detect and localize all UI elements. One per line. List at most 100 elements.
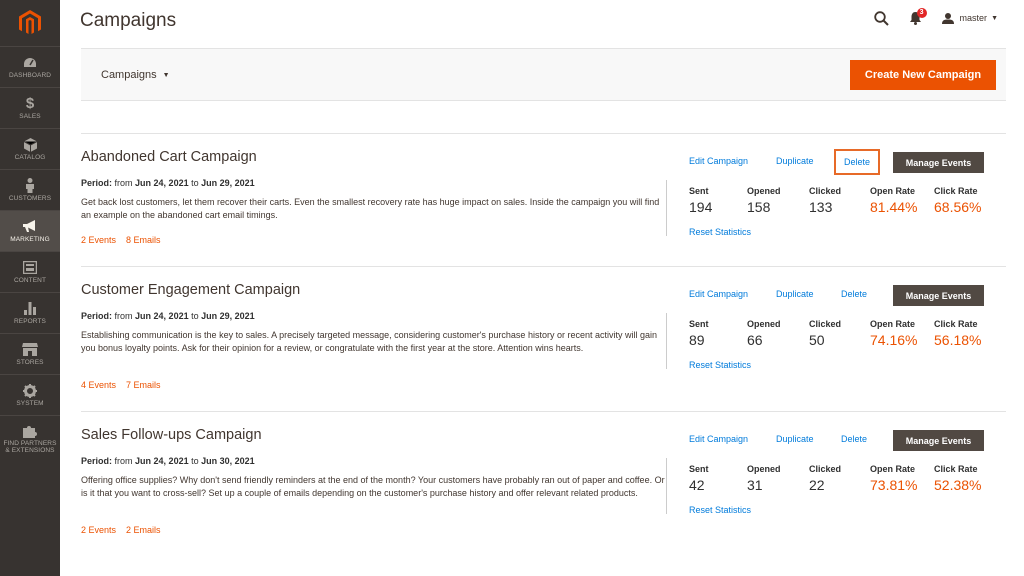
chevron-down-icon: ▼ (991, 14, 998, 22)
campaign-counts: 4 Events 7 Emails (81, 380, 161, 390)
manage-events-button[interactable]: Manage Events (893, 285, 984, 306)
manage-events-button[interactable]: Manage Events (893, 152, 984, 173)
switcher-label: Campaigns (101, 69, 157, 81)
sidebar-item-content[interactable]: CONTENT (0, 251, 60, 292)
stat-label-clicked: Clicked (809, 319, 842, 329)
campaign-title: Customer Engagement Campaign (81, 282, 301, 298)
sidebar-item-label: STORES (16, 358, 44, 366)
megaphone-icon (23, 220, 35, 233)
campaign-counts: 2 Events 2 Emails (81, 525, 161, 535)
magento-logo[interactable] (0, 0, 60, 46)
reset-statistics-link[interactable]: Reset Statistics (689, 505, 751, 515)
header-actions: 3 master ▼ (873, 8, 998, 28)
person-icon (26, 178, 34, 194)
campaign-description: Offering office supplies? Why don't send… (81, 475, 665, 498)
stat-value-clicked: 133 (809, 199, 833, 215)
campaign-row: Sales Follow-ups Campaign Period: from J… (81, 411, 1006, 556)
sidebar-item-dashboard[interactable]: DASHBOARD (0, 46, 60, 87)
stat-label-click-rate: Click Rate (934, 186, 978, 196)
stat-value-click-rate: 68.56% (934, 199, 982, 215)
sidebar-item-customers[interactable]: CUSTOMERS (0, 169, 60, 210)
events-link[interactable]: 2 Events (81, 235, 116, 245)
campaign-period: Period: from Jun 24, 2021 to Jun 29, 202… (81, 178, 255, 188)
sidebar-item-sales[interactable]: $ SALES (0, 87, 60, 128)
stat-value-open-rate: 81.44% (870, 199, 918, 215)
search-button[interactable] (873, 10, 889, 26)
delete-link[interactable]: Delete (841, 434, 867, 444)
stat-label-open-rate: Open Rate (870, 186, 916, 196)
magento-logo-icon (19, 10, 41, 34)
duplicate-link[interactable]: Duplicate (776, 434, 814, 444)
edit-campaign-link[interactable]: Edit Campaign (689, 156, 748, 166)
page-actions-toolbar: Campaigns ▼ Create New Campaign (81, 48, 1006, 101)
gear-icon (23, 383, 37, 398)
user-menu[interactable]: master ▼ (941, 12, 998, 24)
sidebar-item-marketing[interactable]: MARKETING (0, 210, 60, 251)
campaign-description: Get back lost customers, let them recove… (81, 197, 660, 220)
events-link[interactable]: 4 Events (81, 380, 116, 390)
stat-value-opened: 158 (747, 199, 771, 215)
puzzle-icon (23, 425, 37, 438)
campaign-counts: 2 Events 8 Emails (81, 235, 161, 245)
stat-value-opened: 66 (747, 332, 763, 348)
sidebar-item-stores[interactable]: STORES (0, 333, 60, 374)
divider (666, 313, 667, 369)
stat-label-sent: Sent (689, 186, 709, 196)
sidebar-item-label: CONTENT (13, 276, 47, 284)
page-title: Campaigns (80, 10, 177, 31)
campaign-row: Abandoned Cart Campaign Period: from Jun… (81, 133, 1006, 267)
sidebar-item-label: FIND PARTNERS & EXTENSIONS (3, 439, 57, 454)
stat-value-click-rate: 52.38% (934, 477, 982, 493)
user-icon (941, 12, 954, 24)
sidebar-item-label: MARKETING (10, 235, 50, 243)
campaigns-switcher[interactable]: Campaigns ▼ (101, 69, 170, 81)
reset-statistics-link[interactable]: Reset Statistics (689, 360, 751, 370)
events-link[interactable]: 2 Events (81, 525, 116, 535)
edit-campaign-link[interactable]: Edit Campaign (689, 289, 748, 299)
stat-label-open-rate: Open Rate (870, 319, 916, 329)
divider (666, 458, 667, 514)
stat-value-open-rate: 74.16% (870, 332, 918, 348)
campaign-title: Sales Follow-ups Campaign (81, 427, 262, 443)
stat-label-sent: Sent (689, 319, 709, 329)
sidebar-item-label: SALES (19, 112, 41, 120)
emails-link[interactable]: 2 Emails (126, 525, 161, 535)
sidebar-item-label: CATALOG (14, 153, 46, 161)
manage-events-button[interactable]: Manage Events (893, 430, 984, 451)
delete-link[interactable]: Delete (841, 289, 867, 299)
create-new-campaign-button[interactable]: Create New Campaign (850, 60, 996, 90)
user-name: master (959, 13, 988, 23)
sidebar-item-catalog[interactable]: CATALOG (0, 128, 60, 169)
stat-value-sent: 194 (689, 199, 713, 215)
sidebar-item-system[interactable]: SYSTEM (0, 374, 60, 415)
stat-value-clicked: 50 (809, 332, 825, 348)
stat-value-clicked: 22 (809, 477, 825, 493)
sidebar-item-label: SYSTEM (16, 399, 44, 407)
reset-statistics-link[interactable]: Reset Statistics (689, 227, 751, 237)
duplicate-link[interactable]: Duplicate (776, 156, 814, 166)
stat-label-open-rate: Open Rate (870, 464, 916, 474)
delete-label: Delete (843, 157, 870, 167)
notification-count-badge: 3 (916, 8, 927, 18)
store-icon (22, 343, 38, 357)
stat-value-sent: 42 (689, 477, 705, 493)
duplicate-link[interactable]: Duplicate (776, 289, 814, 299)
emails-link[interactable]: 7 Emails (126, 380, 161, 390)
bar-chart-icon (24, 302, 36, 316)
sidebar-item-find-partners[interactable]: FIND PARTNERS & EXTENSIONS (0, 415, 60, 461)
search-icon (873, 10, 889, 26)
campaign-period: Period: from Jun 24, 2021 to Jun 30, 202… (81, 456, 255, 466)
stat-value-open-rate: 73.81% (870, 477, 918, 493)
notifications-button[interactable]: 3 (909, 8, 927, 25)
edit-campaign-link[interactable]: Edit Campaign (689, 434, 748, 444)
stat-value-opened: 31 (747, 477, 763, 493)
emails-link[interactable]: 8 Emails (126, 235, 161, 245)
sidebar-item-label: REPORTS (13, 317, 46, 325)
stat-label-opened: Opened (747, 186, 781, 196)
stat-label-clicked: Clicked (809, 464, 842, 474)
sidebar-item-reports[interactable]: REPORTS (0, 292, 60, 333)
delete-link[interactable]: Delete (834, 149, 880, 175)
chevron-down-icon: ▼ (162, 71, 170, 79)
stat-label-click-rate: Click Rate (934, 319, 978, 329)
stat-label-clicked: Clicked (809, 186, 842, 196)
